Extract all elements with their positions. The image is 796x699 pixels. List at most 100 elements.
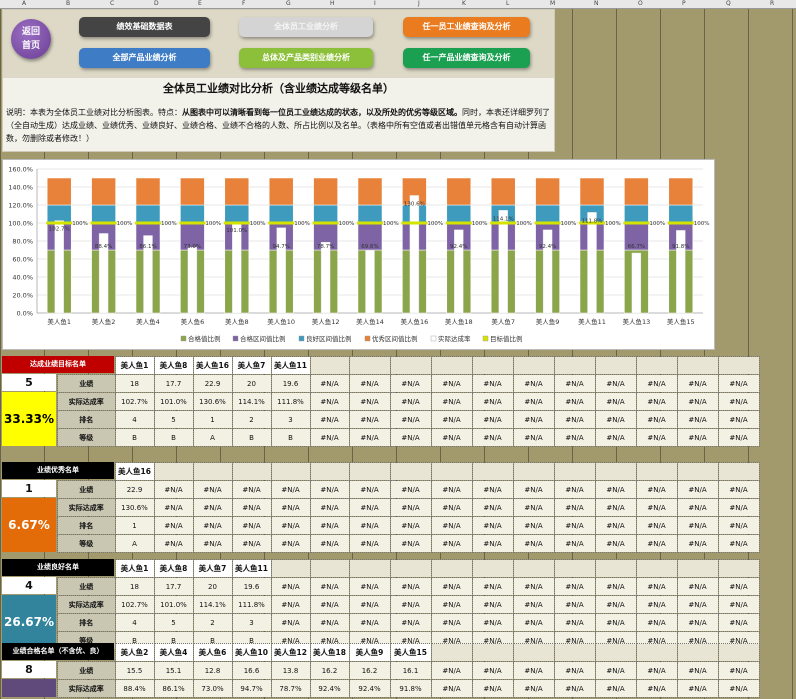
empty-cell[interactable]	[676, 356, 719, 375]
value-cell[interactable]: 12.8	[192, 661, 233, 680]
value-cell[interactable]: #N/A	[553, 661, 596, 680]
value-cell[interactable]: #N/A	[231, 516, 272, 535]
value-cell[interactable]: #N/A	[348, 534, 391, 553]
empty-cell[interactable]	[594, 462, 637, 481]
value-cell[interactable]: 17.7	[153, 577, 194, 596]
value-cell[interactable]: 1	[114, 516, 155, 535]
value-cell[interactable]: #N/A	[192, 516, 233, 535]
value-cell[interactable]: #N/A	[635, 374, 678, 393]
empty-cell[interactable]	[512, 643, 555, 662]
value-cell[interactable]: #N/A	[389, 374, 432, 393]
value-cell[interactable]: #N/A	[231, 534, 272, 553]
value-cell[interactable]: 20	[231, 374, 272, 393]
value-cell[interactable]: #N/A	[553, 577, 596, 596]
value-cell[interactable]: #N/A	[309, 595, 350, 614]
value-cell[interactable]: 17.7	[153, 374, 194, 393]
name-cell[interactable]: 美人鱼16	[114, 462, 155, 481]
value-cell[interactable]: #N/A	[635, 679, 678, 698]
value-cell[interactable]: #N/A	[717, 480, 760, 499]
value-cell[interactable]: #N/A	[192, 480, 233, 499]
value-cell[interactable]: B	[270, 428, 311, 447]
value-cell[interactable]: #N/A	[635, 498, 678, 517]
value-cell[interactable]: #N/A	[348, 480, 391, 499]
value-cell[interactable]: #N/A	[471, 480, 514, 499]
value-cell[interactable]: #N/A	[553, 516, 596, 535]
back-home-button[interactable]: 返回首页	[11, 19, 51, 59]
value-cell[interactable]: #N/A	[676, 577, 719, 596]
value-cell[interactable]: #N/A	[717, 410, 760, 429]
empty-cell[interactable]	[430, 559, 473, 578]
value-cell[interactable]: 88.4%	[114, 679, 155, 698]
value-cell[interactable]: #N/A	[471, 613, 514, 632]
value-cell[interactable]: 4	[114, 410, 155, 429]
value-cell[interactable]: #N/A	[309, 516, 350, 535]
value-cell[interactable]: #N/A	[594, 410, 637, 429]
name-cell[interactable]: 美人鱼9	[348, 643, 391, 662]
value-cell[interactable]: 101.0%	[153, 392, 194, 411]
empty-cell[interactable]	[231, 462, 272, 481]
value-cell[interactable]: #N/A	[553, 595, 596, 614]
empty-cell[interactable]	[512, 356, 555, 375]
empty-cell[interactable]	[512, 559, 555, 578]
value-cell[interactable]: #N/A	[512, 534, 555, 553]
value-cell[interactable]: #N/A	[594, 595, 637, 614]
value-cell[interactable]: #N/A	[676, 679, 719, 698]
value-cell[interactable]: #N/A	[471, 516, 514, 535]
value-cell[interactable]: #N/A	[635, 595, 678, 614]
value-cell[interactable]: #N/A	[635, 480, 678, 499]
empty-cell[interactable]	[635, 559, 678, 578]
value-cell[interactable]: 3	[231, 613, 272, 632]
value-cell[interactable]: 78.7%	[270, 679, 311, 698]
value-cell[interactable]: #N/A	[389, 428, 432, 447]
value-cell[interactable]: #N/A	[348, 613, 391, 632]
value-cell[interactable]: 111.8%	[270, 392, 311, 411]
value-cell[interactable]: #N/A	[389, 480, 432, 499]
value-cell[interactable]: #N/A	[553, 679, 596, 698]
value-cell[interactable]: #N/A	[676, 661, 719, 680]
value-cell[interactable]: 16.2	[348, 661, 391, 680]
name-cell[interactable]: 美人鱼4	[153, 643, 194, 662]
value-cell[interactable]: #N/A	[348, 595, 391, 614]
value-cell[interactable]: #N/A	[717, 498, 760, 517]
value-cell[interactable]: #N/A	[553, 392, 596, 411]
value-cell[interactable]: #N/A	[553, 480, 596, 499]
empty-cell[interactable]	[309, 356, 350, 375]
value-cell[interactable]: #N/A	[309, 480, 350, 499]
value-cell[interactable]: 18	[114, 374, 155, 393]
value-cell[interactable]: #N/A	[676, 534, 719, 553]
nav-button-all-staff[interactable]: 全体员工业绩分析	[239, 17, 373, 37]
empty-cell[interactable]	[676, 462, 719, 481]
value-cell[interactable]: #N/A	[471, 428, 514, 447]
value-cell[interactable]: 4	[114, 613, 155, 632]
value-cell[interactable]: #N/A	[471, 534, 514, 553]
value-cell[interactable]: #N/A	[553, 374, 596, 393]
empty-cell[interactable]	[270, 559, 311, 578]
value-cell[interactable]: #N/A	[512, 577, 555, 596]
value-cell[interactable]: #N/A	[512, 498, 555, 517]
value-cell[interactable]: #N/A	[192, 498, 233, 517]
empty-cell[interactable]	[553, 462, 596, 481]
value-cell[interactable]: B	[114, 428, 155, 447]
value-cell[interactable]: #N/A	[309, 428, 350, 447]
value-cell[interactable]: 102.7%	[114, 392, 155, 411]
value-cell[interactable]: #N/A	[594, 534, 637, 553]
value-cell[interactable]: #N/A	[594, 392, 637, 411]
value-cell[interactable]: #N/A	[512, 613, 555, 632]
name-cell[interactable]: 美人鱼2	[114, 643, 155, 662]
name-cell[interactable]: 美人鱼7	[231, 356, 272, 375]
empty-cell[interactable]	[594, 356, 637, 375]
empty-cell[interactable]	[471, 559, 514, 578]
value-cell[interactable]: 15.5	[114, 661, 155, 680]
value-cell[interactable]: #N/A	[309, 613, 350, 632]
value-cell[interactable]: 18	[114, 577, 155, 596]
value-cell[interactable]: #N/A	[192, 534, 233, 553]
value-cell[interactable]: #N/A	[512, 661, 555, 680]
value-cell[interactable]: #N/A	[430, 480, 473, 499]
value-cell[interactable]: #N/A	[594, 679, 637, 698]
value-cell[interactable]: 86.1%	[153, 679, 194, 698]
value-cell[interactable]: 15.1	[153, 661, 194, 680]
empty-cell[interactable]	[553, 356, 596, 375]
name-cell[interactable]: 美人鱼11	[270, 356, 311, 375]
value-cell[interactable]: #N/A	[389, 577, 432, 596]
empty-cell[interactable]	[430, 643, 473, 662]
